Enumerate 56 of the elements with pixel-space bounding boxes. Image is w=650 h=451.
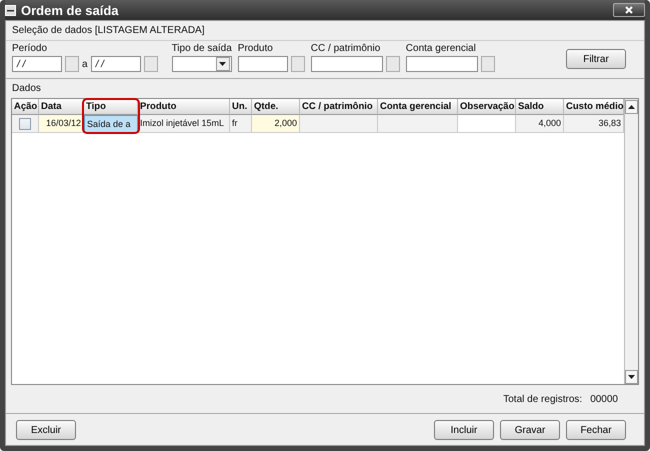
calendar-button[interactable] (65, 56, 79, 72)
close-icon (625, 6, 633, 14)
total-label: Total de registros: (503, 394, 582, 405)
delete-button[interactable]: Excluir (16, 420, 76, 440)
field-label: Conta gerencial (406, 43, 477, 54)
filter-button[interactable]: Filtrar (566, 49, 626, 69)
total-value: 00000 (590, 394, 618, 405)
lookup-field[interactable] (406, 56, 478, 72)
table-cell[interactable]: 36,83 (564, 115, 624, 133)
field-label: Período (12, 43, 48, 54)
field-label: Produto (238, 43, 274, 54)
dropdown-arrow-icon (219, 62, 226, 66)
column-header[interactable]: Data (39, 99, 84, 115)
column-header[interactable]: Qtde. (252, 99, 300, 115)
close-button[interactable] (613, 3, 645, 17)
range-separator: a (82, 58, 88, 70)
lookup-field[interactable] (310, 56, 383, 72)
section-title: Seleção de dados [LISTAGEM ALTERADA] (6, 21, 644, 41)
column-header[interactable]: Saldo (516, 99, 564, 115)
lookup-button[interactable] (480, 56, 495, 72)
column-header[interactable]: Tipo (84, 99, 138, 115)
lookup-button[interactable] (386, 56, 400, 72)
scrollbar[interactable] (624, 99, 638, 384)
table-cell[interactable]: 16/03/12 (39, 115, 84, 133)
calendar-button[interactable] (144, 56, 158, 72)
field-label: CC / patrimônio (310, 43, 382, 54)
column-header[interactable]: Observação (458, 99, 516, 115)
window-title: Ordem de saída (21, 2, 120, 18)
scroll-down-icon[interactable] (625, 370, 638, 384)
dropdown-field[interactable] (172, 56, 232, 72)
table-cell[interactable] (378, 115, 458, 133)
scroll-up-icon[interactable] (625, 100, 638, 114)
table-cell[interactable] (300, 115, 378, 133)
window-menu-icon[interactable] (5, 4, 16, 16)
date-field[interactable]: / / (90, 56, 141, 72)
section-title: Dados (11, 82, 42, 96)
table-cell[interactable] (458, 115, 516, 133)
column-header[interactable]: Conta gerencial (378, 99, 458, 115)
column-header[interactable]: CC / patrimônio (300, 99, 378, 115)
action-button[interactable]: Fechar (566, 420, 626, 440)
column-header[interactable]: Un. (230, 99, 252, 115)
table-cell[interactable]: Imizol injetável 15mL (138, 115, 230, 133)
date-field[interactable]: / / (12, 56, 62, 72)
action-button[interactable]: Gravar (500, 420, 560, 440)
column-header[interactable]: Produto (138, 99, 230, 115)
field-label: Tipo de saída (172, 43, 232, 54)
table-cell[interactable]: Saída de a (84, 115, 138, 133)
column-header[interactable]: Custo médio (564, 99, 624, 115)
lookup-button[interactable] (290, 56, 305, 72)
table-cell[interactable]: 2,000 (252, 115, 300, 133)
column-header[interactable]: Ação (12, 99, 39, 115)
row-checkbox[interactable] (19, 118, 31, 130)
table-cell[interactable]: fr (230, 115, 252, 133)
table-cell[interactable]: 4,000 (516, 115, 564, 133)
lookup-field[interactable] (238, 56, 288, 72)
action-button[interactable]: Incluir (434, 420, 494, 440)
